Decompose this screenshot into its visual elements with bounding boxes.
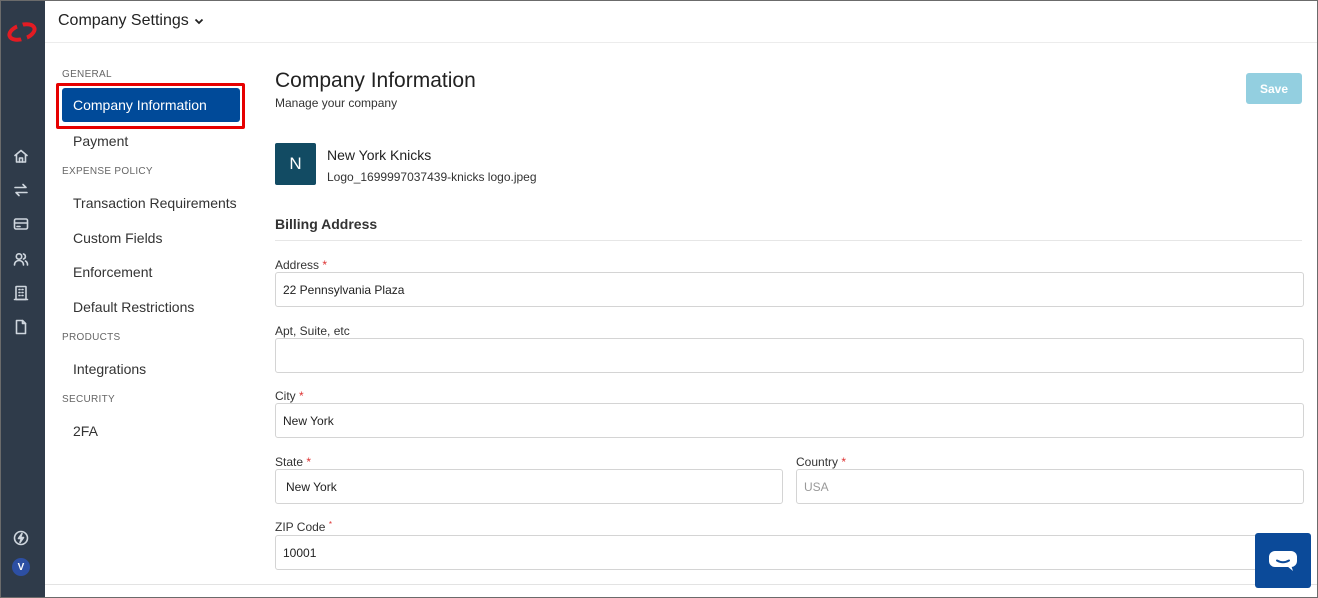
- company-name: New York Knicks: [327, 147, 432, 163]
- required-mark: *: [328, 520, 332, 529]
- billing-address-heading: Billing Address: [275, 216, 378, 232]
- nav-item-transaction-requirements[interactable]: Transaction Requirements: [73, 195, 237, 211]
- country-label: Country *: [796, 455, 847, 469]
- country-input[interactable]: [796, 469, 1304, 504]
- city-input[interactable]: [275, 403, 1304, 438]
- card-icon[interactable]: [11, 214, 31, 234]
- nav-item-enforcement[interactable]: Enforcement: [73, 264, 152, 280]
- document-icon[interactable]: [11, 317, 31, 337]
- nav-section-products: PRODUCTS: [62, 332, 121, 343]
- nav-section-general: GENERAL: [62, 69, 112, 80]
- address-input[interactable]: [275, 272, 1304, 307]
- nav-section-expense-policy: EXPENSE POLICY: [62, 166, 153, 177]
- nav-section-security: SECURITY: [62, 394, 115, 405]
- brand-logo-icon[interactable]: [7, 21, 37, 43]
- icon-rail: V: [1, 1, 45, 597]
- state-label: State *: [275, 455, 312, 469]
- required-mark: *: [841, 455, 847, 469]
- company-logo[interactable]: N: [275, 143, 316, 185]
- footer-divider: [45, 584, 1317, 585]
- bolt-icon[interactable]: [11, 528, 31, 548]
- chat-icon: [1269, 550, 1297, 571]
- city-label: City *: [275, 389, 304, 403]
- zip-label: ZIP Code *: [275, 520, 332, 534]
- required-mark: *: [306, 455, 312, 469]
- building-icon[interactable]: [11, 283, 31, 303]
- required-mark: *: [322, 258, 328, 272]
- top-bar: Company Settings: [45, 1, 1317, 43]
- users-icon[interactable]: [11, 249, 31, 269]
- home-icon[interactable]: [11, 146, 31, 166]
- company-settings-dropdown[interactable]: Company Settings: [58, 12, 205, 30]
- user-avatar[interactable]: V: [12, 558, 30, 576]
- address-label: Address *: [275, 258, 328, 272]
- app-window: V Company Settings GENERAL Company Infor…: [0, 0, 1318, 598]
- page-title: Company Settings: [58, 12, 189, 29]
- company-logo-filename: Logo_1699997037439-knicks logo.jpeg: [327, 170, 537, 184]
- nav-item-2fa[interactable]: 2FA: [73, 423, 98, 439]
- nav-item-custom-fields[interactable]: Custom Fields: [73, 230, 162, 246]
- zip-input[interactable]: [275, 535, 1304, 570]
- chat-launcher-button[interactable]: [1255, 533, 1311, 588]
- apt-label: Apt, Suite, etc: [275, 324, 350, 338]
- required-mark: *: [299, 389, 304, 403]
- section-title: Company Information: [275, 69, 476, 92]
- transfer-icon[interactable]: [11, 180, 31, 200]
- section-subtitle: Manage your company: [275, 96, 398, 110]
- nav-item-default-restrictions[interactable]: Default Restrictions: [73, 299, 194, 315]
- nav-item-payment[interactable]: Payment: [73, 133, 128, 149]
- apt-input[interactable]: [275, 338, 1304, 373]
- nav-item-company-information[interactable]: Company Information: [62, 88, 240, 122]
- chevron-down-icon: [194, 18, 203, 25]
- state-input[interactable]: [275, 469, 783, 504]
- divider: [275, 240, 1302, 241]
- nav-item-integrations[interactable]: Integrations: [73, 361, 146, 377]
- save-button[interactable]: Save: [1246, 73, 1302, 104]
